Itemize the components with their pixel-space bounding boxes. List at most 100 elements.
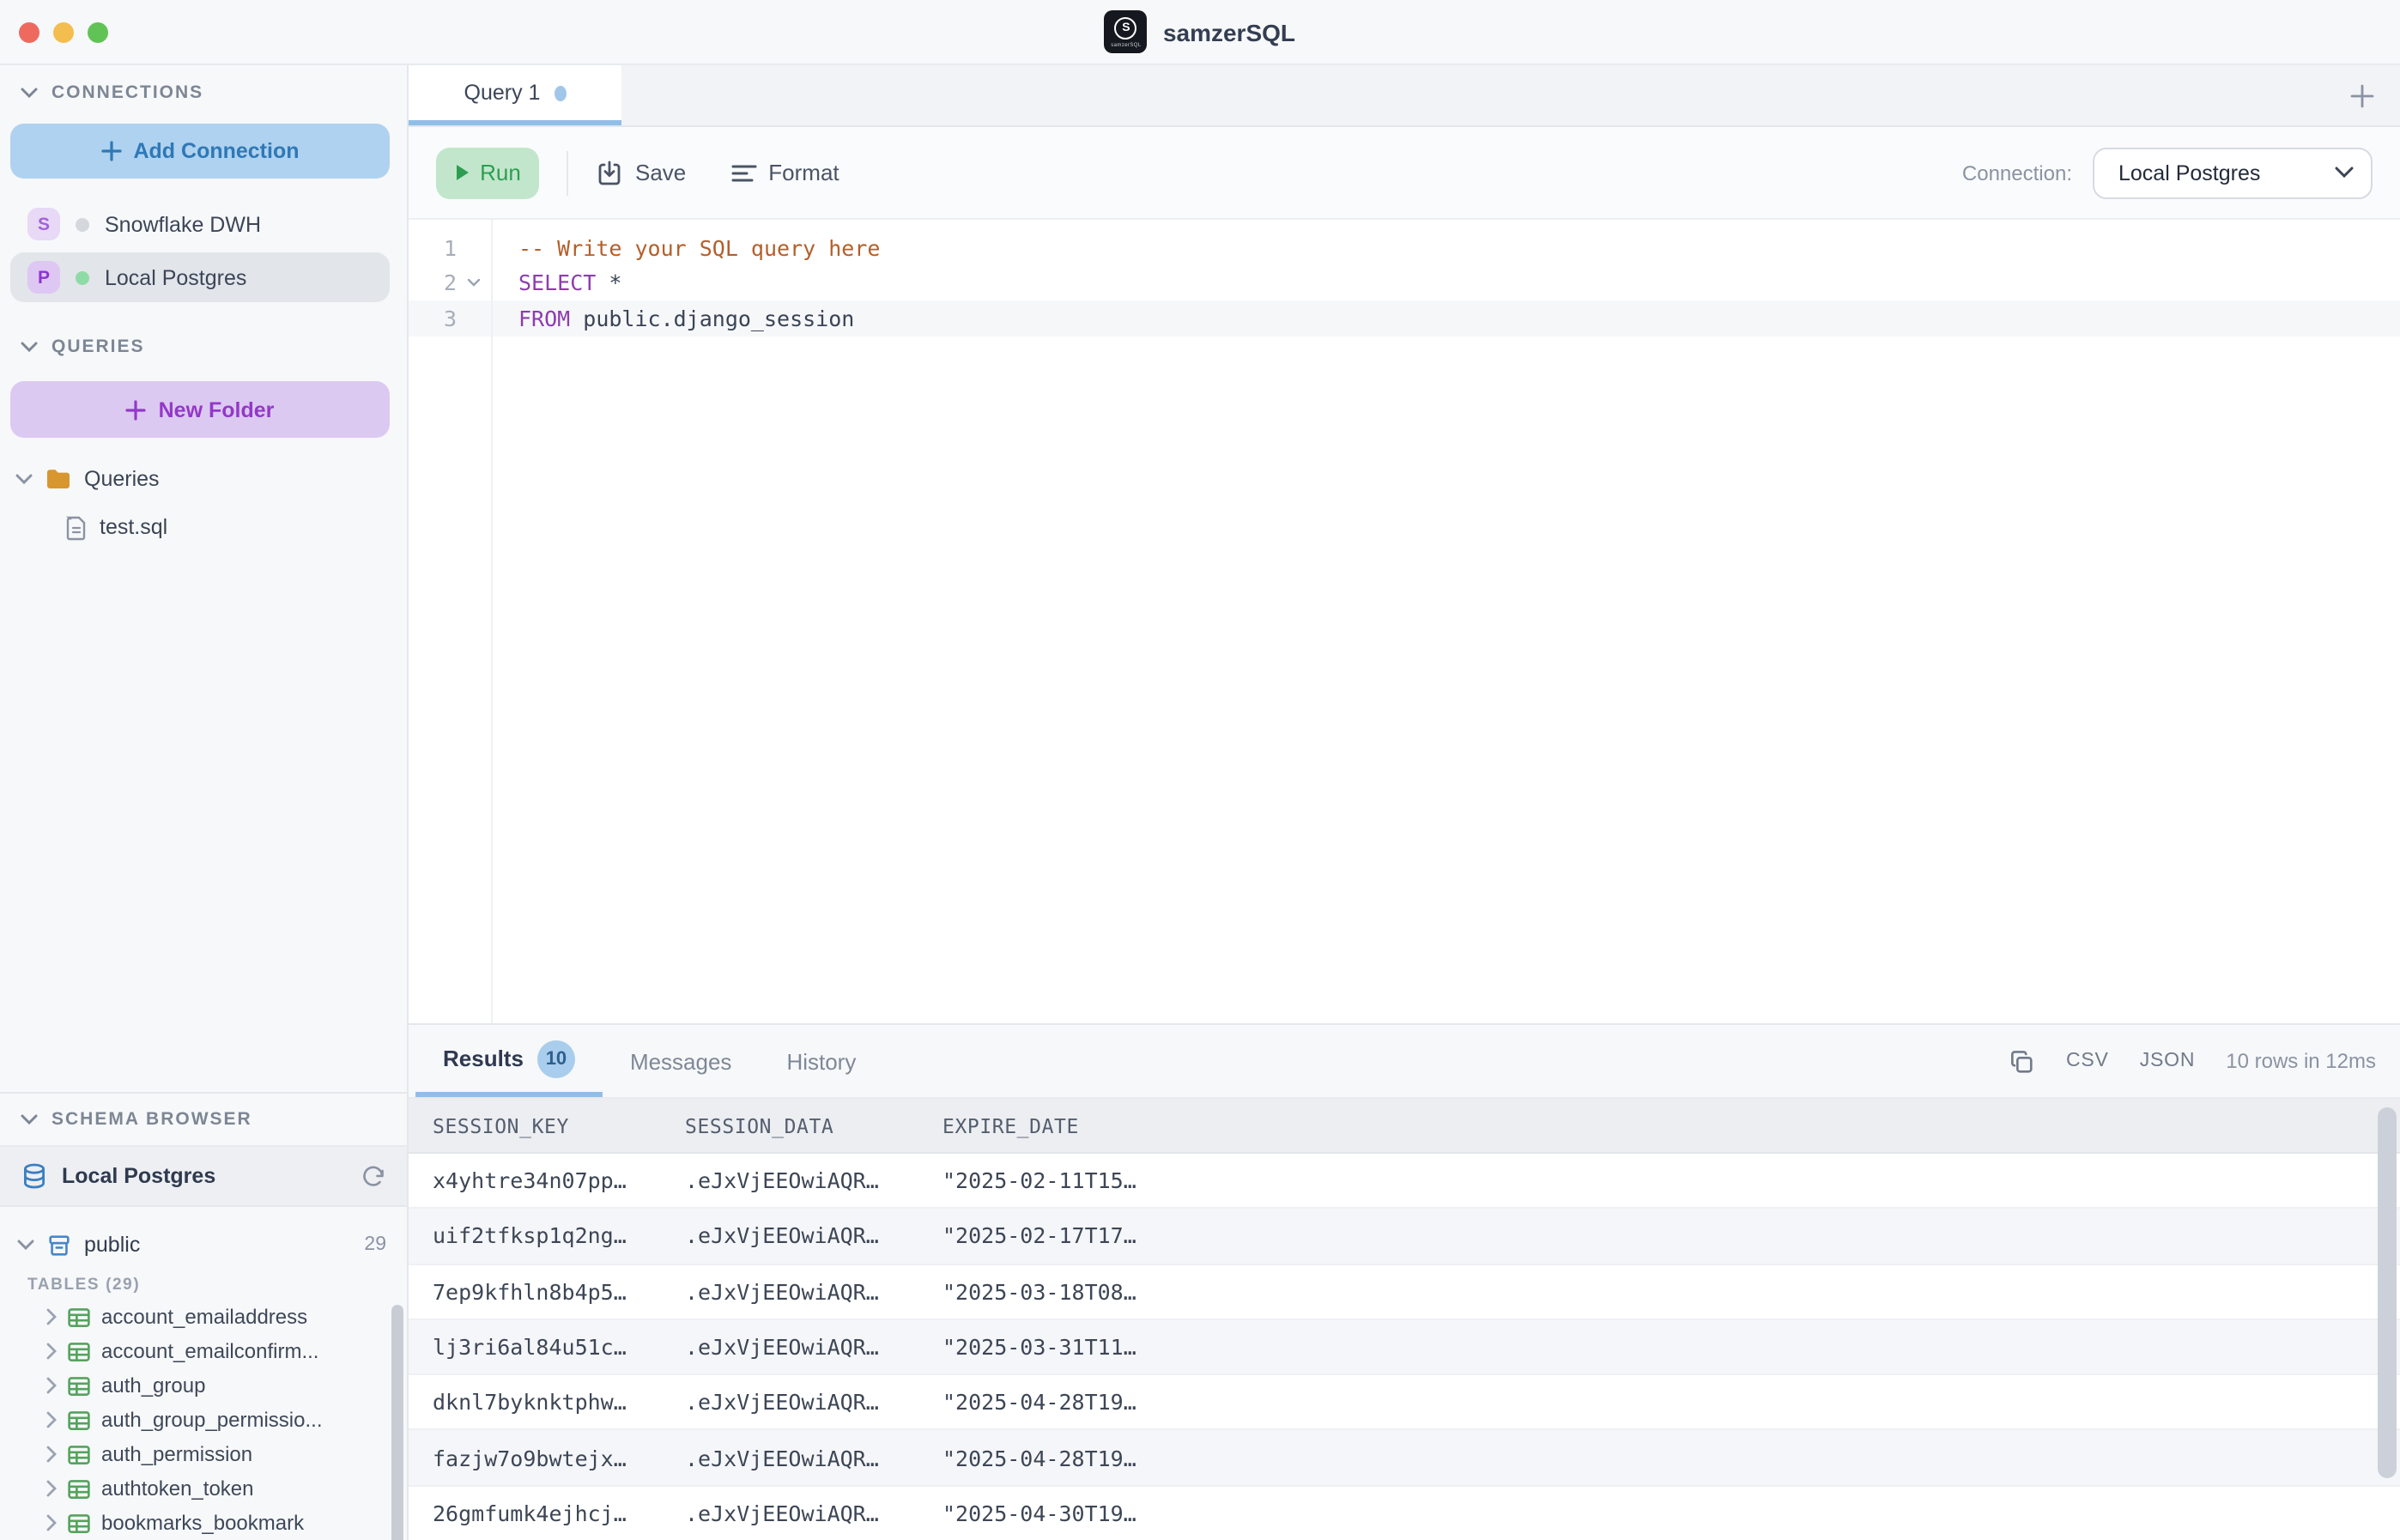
window-title-group: S samzerSQL samzerSQL — [1105, 10, 1295, 53]
table-item[interactable]: auth_permission — [0, 1437, 407, 1471]
cell-expire-date: "2025-04-28T19… — [942, 1390, 1136, 1416]
cell-session-key: x4yhtre34n07pp… — [433, 1167, 685, 1193]
results-scrollbar-thumb[interactable] — [2378, 1107, 2397, 1478]
table-row[interactable]: fazjw7o9bwtejx… .eJxVjEEOwiAQR… "2025-04… — [409, 1431, 2400, 1487]
connection-select-label: Connection: — [1962, 161, 2072, 185]
editor-line: 1 -- Write your SQL query here — [409, 230, 2400, 265]
table-row[interactable]: 26gmfumk4ejhcj… .eJxVjEEOwiAQR… "2025-04… — [409, 1487, 2400, 1540]
cell-expire-date: "2025-02-17T17… — [942, 1223, 1136, 1249]
chevron-right-icon — [46, 1446, 57, 1463]
export-json-button[interactable]: JSON — [2140, 1051, 2196, 1071]
table-row[interactable]: uif2tfksp1q2ng… .eJxVjEEOwiAQR… "2025-02… — [409, 1210, 2400, 1265]
column-header[interactable]: EXPIRE_DATE — [942, 1113, 1079, 1137]
cell-session-key: 7ep9kfhln8b4p5… — [433, 1278, 685, 1304]
cell-session-data: .eJxVjEEOwiAQR… — [685, 1390, 942, 1416]
code-fold-toggle[interactable] — [457, 279, 491, 288]
column-header[interactable]: SESSION_KEY — [433, 1113, 685, 1137]
refresh-icon[interactable] — [361, 1163, 386, 1189]
schema-public-row[interactable]: public 29 — [0, 1221, 407, 1269]
file-test-sql[interactable]: test.sql — [65, 506, 390, 548]
table-item[interactable]: auth_group_permissio... — [0, 1403, 407, 1437]
sql-keyword: SELECT — [518, 270, 596, 296]
tab-query-1[interactable]: Query 1 — [409, 65, 621, 125]
format-label: Format — [768, 160, 839, 185]
table-name: auth_group_permissio... — [101, 1408, 323, 1432]
results-grid: SESSION_KEY SESSION_DATA EXPIRE_DATE x4y… — [409, 1099, 2400, 1540]
table-icon — [67, 1477, 91, 1500]
connection-item-snowflake[interactable]: S Snowflake DWH — [10, 199, 390, 249]
line-number: 2 — [409, 270, 457, 296]
run-button[interactable]: Run — [436, 147, 539, 198]
tab-history[interactable]: History — [759, 1025, 883, 1097]
table-item[interactable]: auth_group — [0, 1368, 407, 1403]
app-logo-letter: S — [1115, 16, 1137, 39]
export-csv-button[interactable]: CSV — [2066, 1051, 2109, 1071]
history-tab-label: History — [786, 1048, 856, 1074]
tab-messages[interactable]: Messages — [603, 1025, 760, 1097]
connection-select[interactable]: Local Postgres — [2093, 147, 2373, 198]
table-item[interactable]: account_emailconfirm... — [0, 1334, 407, 1368]
schema-browser-header[interactable]: SCHEMA BROWSER — [0, 1094, 407, 1145]
table-icon — [67, 1409, 91, 1431]
cell-session-key: 26gmfumk4ejhcj… — [433, 1501, 685, 1526]
sql-editor[interactable]: 1 -- Write your SQL query here 2 SELECT … — [409, 220, 2400, 1023]
close-window-button[interactable] — [19, 22, 39, 43]
file-label: test.sql — [100, 515, 167, 539]
cell-expire-date: "2025-03-18T08… — [942, 1278, 1136, 1304]
column-header[interactable]: SESSION_DATA — [685, 1113, 942, 1137]
cell-session-key: uif2tfksp1q2ng… — [433, 1223, 685, 1249]
format-align-icon — [730, 162, 756, 183]
tab-results[interactable]: Results 10 — [415, 1025, 603, 1097]
new-folder-button[interactable]: New Folder — [10, 381, 390, 438]
plus-icon — [126, 399, 147, 420]
zoom-window-button[interactable] — [88, 22, 108, 43]
query-status-text: 10 rows in 12ms — [2226, 1049, 2376, 1073]
unsaved-indicator-dot — [554, 85, 566, 100]
schema-connection-row[interactable]: Local Postgres — [0, 1145, 407, 1207]
table-row[interactable]: lj3ri6al84u51c… .eJxVjEEOwiAQR… "2025-03… — [409, 1320, 2400, 1376]
minimize-window-button[interactable] — [53, 22, 74, 43]
table-icon — [67, 1374, 91, 1397]
results-panel: Results 10 Messages History CSV JSON 10 … — [409, 1023, 2400, 1540]
queries-folder-label: Queries — [84, 467, 160, 491]
sidebar-scrollbar-thumb[interactable] — [391, 1305, 403, 1540]
tables-group-label: TABLES (29) — [0, 1269, 407, 1300]
window-title: samzerSQL — [1163, 18, 1295, 45]
main-area: Query 1 Run Save Fo — [409, 65, 2400, 1540]
schema-browser-section: SCHEMA BROWSER Local Postgres public 29 … — [0, 1092, 407, 1540]
status-dot-connected — [76, 270, 89, 284]
connections-section-header[interactable]: CONNECTIONS — [0, 76, 407, 110]
schema-connection-name: Local Postgres — [62, 1164, 347, 1188]
table-name: account_emailconfirm... — [101, 1339, 318, 1363]
format-button[interactable]: Format — [730, 160, 839, 185]
table-name: auth_permission — [101, 1442, 252, 1466]
cell-session-data: .eJxVjEEOwiAQR… — [685, 1501, 942, 1526]
play-icon — [454, 163, 470, 182]
chevron-down-icon — [17, 1240, 34, 1250]
table-row[interactable]: 7ep9kfhln8b4p5… .eJxVjEEOwiAQR… "2025-03… — [409, 1264, 2400, 1320]
titlebar: S samzerSQL samzerSQL — [0, 0, 2400, 65]
table-item[interactable]: authtoken_token — [0, 1471, 407, 1506]
connection-select-value: Local Postgres — [2118, 161, 2335, 185]
table-name: account_emailaddress — [101, 1305, 307, 1329]
line-number: 3 — [409, 306, 457, 331]
copy-icon[interactable] — [2009, 1048, 2035, 1074]
plus-icon — [100, 141, 121, 161]
table-item[interactable]: account_emailaddress — [0, 1300, 407, 1334]
save-button[interactable]: Save — [596, 159, 686, 186]
connection-item-local-postgres[interactable]: P Local Postgres — [10, 252, 390, 302]
add-connection-button[interactable]: Add Connection — [10, 124, 390, 179]
queries-section-header[interactable]: QUERIES — [0, 330, 407, 364]
queries-folder-row[interactable]: Queries — [15, 458, 390, 500]
table-row[interactable]: x4yhtre34n07pp… .eJxVjEEOwiAQR… "2025-02… — [409, 1154, 2400, 1210]
queries-section-label: QUERIES — [52, 336, 145, 357]
sidebar: CONNECTIONS Add Connection S Snowflake D… — [0, 65, 409, 1540]
file-document-icon — [65, 514, 88, 540]
table-row[interactable]: dknl7byknktphw… .eJxVjEEOwiAQR… "2025-04… — [409, 1375, 2400, 1431]
table-item[interactable]: bookmarks_bookmark — [0, 1506, 407, 1540]
new-tab-button[interactable] — [2338, 65, 2386, 127]
add-connection-label: Add Connection — [133, 139, 299, 163]
cell-session-data: .eJxVjEEOwiAQR… — [685, 1167, 942, 1193]
connection-name: Local Postgres — [105, 265, 246, 289]
results-count-badge: 10 — [537, 1040, 575, 1077]
